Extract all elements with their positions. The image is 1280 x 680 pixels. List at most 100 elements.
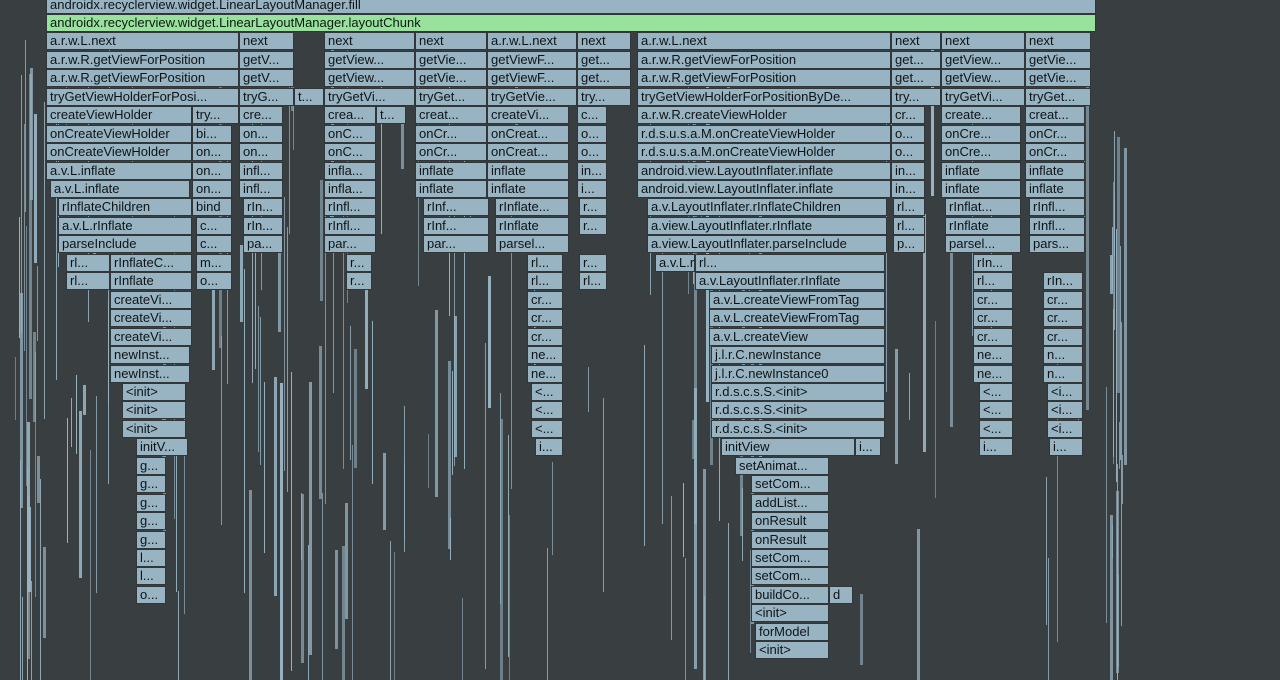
flame-frame[interactable]: rInflate... bbox=[495, 198, 569, 217]
flame-frame[interactable]: cr... bbox=[973, 290, 1013, 309]
flame-frame[interactable]: inflate bbox=[415, 180, 487, 198]
flame-frame[interactable]: newInst... bbox=[110, 346, 190, 365]
flame-frame[interactable]: rl... bbox=[527, 272, 563, 291]
flame-frame[interactable]: getVie... bbox=[1025, 69, 1091, 88]
flame-frame[interactable]: rInfl... bbox=[1029, 198, 1085, 217]
flame-frame[interactable]: rIn... bbox=[973, 253, 1013, 272]
flame-frame[interactable]: tryGetVi... bbox=[941, 87, 1025, 106]
flame-frame[interactable]: next bbox=[941, 32, 1025, 51]
flame-frame[interactable]: createVi... bbox=[487, 106, 569, 125]
flame-frame[interactable]: try... bbox=[577, 87, 631, 106]
flame-frame[interactable]: onC... bbox=[324, 124, 376, 143]
flame-frame[interactable]: t... bbox=[376, 106, 406, 125]
flame-frame[interactable]: getV... bbox=[239, 50, 294, 69]
flame-frame[interactable]: onCreat... bbox=[487, 143, 569, 162]
flame-frame[interactable]: onCreat... bbox=[487, 124, 569, 143]
flame-frame[interactable]: <init> bbox=[122, 382, 186, 401]
flame-frame[interactable]: a.r.w.L.next bbox=[487, 32, 577, 51]
flame-frame[interactable]: next bbox=[891, 32, 941, 51]
flame-frame[interactable]: onC... bbox=[324, 143, 376, 162]
flame-frame[interactable]: setCom... bbox=[751, 567, 829, 586]
flame-frame[interactable]: rInflateC... bbox=[110, 253, 192, 272]
flame-frame[interactable]: <... bbox=[531, 382, 563, 401]
flame-frame[interactable]: c... bbox=[577, 106, 607, 125]
flame-frame[interactable]: cr... bbox=[973, 309, 1013, 328]
flame-frame[interactable]: next bbox=[577, 32, 631, 51]
flame-frame[interactable]: rl... bbox=[695, 253, 885, 272]
flame-frame[interactable]: getView... bbox=[324, 69, 415, 88]
flame-frame[interactable]: a.r.w.R.getViewForPosition bbox=[46, 50, 239, 69]
flame-frame[interactable]: <init> bbox=[122, 419, 186, 438]
flame-frame[interactable]: ne... bbox=[527, 364, 563, 383]
flame-frame[interactable]: inflate bbox=[415, 161, 487, 180]
flame-frame[interactable]: rl... bbox=[66, 272, 110, 291]
flame-frame[interactable]: m... bbox=[196, 253, 232, 272]
flame-frame[interactable]: r... bbox=[346, 253, 372, 272]
flame-frame[interactable]: cr... bbox=[527, 309, 563, 328]
flame-frame[interactable]: createVi... bbox=[110, 290, 192, 309]
flame-frame[interactable]: addList... bbox=[751, 493, 829, 512]
flame-frame[interactable]: in... bbox=[891, 180, 925, 198]
flame-frame[interactable]: i... bbox=[535, 438, 563, 457]
flame-frame[interactable]: get... bbox=[891, 50, 941, 69]
flame-frame[interactable]: parsel... bbox=[495, 235, 569, 254]
flame-frame[interactable]: rl... bbox=[527, 253, 563, 272]
flame-frame[interactable]: parsel... bbox=[945, 235, 1021, 254]
flame-frame[interactable]: inflate bbox=[487, 180, 569, 198]
flame-frame[interactable]: i... bbox=[855, 438, 881, 457]
flame-frame[interactable]: a.v.L.inflate bbox=[46, 161, 192, 180]
flame-frame[interactable]: r.d.s.u.s.a.M.onCreateViewHolder bbox=[637, 124, 891, 143]
flame-frame[interactable]: j.l.r.C.newInstance bbox=[711, 346, 885, 365]
flame-frame[interactable]: createViewHolder bbox=[46, 106, 192, 125]
flame-frame[interactable]: c... bbox=[196, 216, 232, 235]
flame-frame[interactable]: onCr... bbox=[415, 124, 487, 143]
flame-frame[interactable]: tryGetViewHolderForPosi... bbox=[46, 87, 239, 106]
flame-frame[interactable]: rIn... bbox=[243, 198, 283, 217]
flame-frame[interactable]: inflate bbox=[1025, 180, 1085, 198]
flame-frame[interactable]: cr... bbox=[527, 290, 563, 309]
flame-frame[interactable]: rInfl... bbox=[1029, 216, 1085, 235]
flame-frame[interactable]: inflate bbox=[941, 180, 1021, 198]
flame-frame[interactable]: getView... bbox=[941, 50, 1025, 69]
flame-frame[interactable]: cr... bbox=[891, 106, 925, 125]
flame-frame[interactable]: next bbox=[1025, 32, 1091, 51]
flame-frame[interactable]: onCre... bbox=[941, 143, 1021, 162]
flame-frame[interactable]: bi... bbox=[192, 124, 232, 143]
flame-frame[interactable]: i... bbox=[577, 180, 607, 198]
flame-frame[interactable]: infl... bbox=[239, 180, 283, 198]
flame-frame[interactable]: a.r.w.R.getViewForPosition bbox=[46, 69, 239, 88]
flame-frame[interactable]: rl... bbox=[66, 253, 110, 272]
flame-frame[interactable]: rInfl... bbox=[324, 216, 376, 235]
flame-frame[interactable]: par... bbox=[324, 235, 376, 254]
flame-frame[interactable]: l... bbox=[136, 549, 166, 567]
flame-frame[interactable]: <... bbox=[531, 401, 563, 420]
flame-frame[interactable]: in... bbox=[577, 161, 607, 180]
flame-frame[interactable]: setAnimat... bbox=[735, 456, 829, 475]
flame-frame[interactable]: getVie... bbox=[415, 50, 487, 69]
flame-frame[interactable]: a.v.L.inflate bbox=[50, 180, 190, 198]
flame-frame[interactable]: tryGetViewHolderForPositionByDe... bbox=[637, 87, 891, 106]
flame-frame[interactable]: tryGet... bbox=[1025, 87, 1091, 106]
flame-frame[interactable]: a.r.w.R.getViewForPosition bbox=[637, 69, 891, 88]
flame-frame[interactable]: r.d.s.c.s.S.<init> bbox=[711, 401, 885, 420]
flame-frame[interactable]: <init> bbox=[122, 401, 186, 420]
flame-frame[interactable]: createVi... bbox=[110, 327, 192, 346]
flame-frame[interactable]: onCreateViewHolder bbox=[46, 143, 192, 162]
flame-frame[interactable]: tryG... bbox=[239, 87, 294, 106]
flame-frame[interactable]: setCom... bbox=[751, 475, 829, 494]
flame-frame[interactable]: pars... bbox=[1029, 235, 1085, 254]
flame-frame[interactable]: onCr... bbox=[1025, 143, 1085, 162]
flame-frame[interactable]: inflate bbox=[1025, 161, 1085, 180]
flame-frame[interactable]: cr... bbox=[1043, 309, 1083, 328]
flame-frame[interactable]: on... bbox=[192, 143, 232, 162]
flame-frame[interactable]: cr... bbox=[1043, 327, 1083, 346]
flame-frame[interactable]: r.d.s.c.s.S.<init> bbox=[711, 382, 885, 401]
flame-frame[interactable]: a.v.L.rInflate bbox=[58, 216, 192, 235]
flame-frame[interactable]: o... bbox=[891, 124, 925, 143]
flame-frame[interactable]: ne... bbox=[973, 346, 1013, 365]
flame-frame[interactable]: infla... bbox=[324, 180, 376, 198]
flame-frame[interactable]: g... bbox=[136, 493, 166, 512]
flame-frame[interactable]: get... bbox=[577, 50, 631, 69]
flame-frame[interactable]: r... bbox=[346, 272, 372, 291]
flame-frame[interactable]: a.v.L.rInflateChildren bbox=[655, 253, 695, 272]
